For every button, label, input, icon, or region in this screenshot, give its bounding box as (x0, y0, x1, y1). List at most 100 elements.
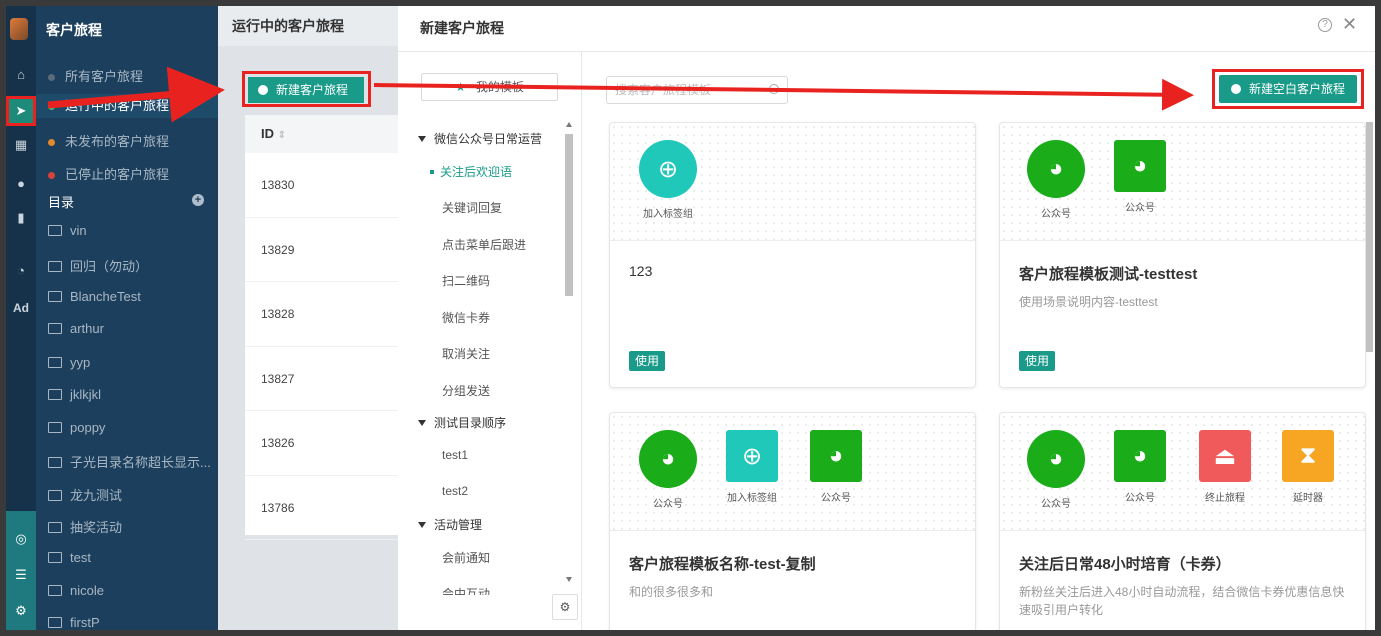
journey-table: ID ⇕ 13830 13829 13828 13827 13826 13786 (245, 115, 404, 540)
tree-scrollbar[interactable] (565, 122, 573, 622)
help-icon[interactable]: ? (1318, 18, 1332, 32)
node-label: 公众号 (821, 493, 851, 504)
ad-icon[interactable]: Ad (6, 296, 36, 320)
folder-label: poppy (70, 420, 106, 435)
tree-item[interactable]: test1 (442, 448, 468, 462)
folder-label: jklkjkl (70, 387, 102, 402)
node-label: 公众号 (1125, 493, 1155, 504)
node-label: 加入标签组 (727, 493, 777, 504)
status-dot (48, 139, 55, 147)
table-row[interactable]: 13827 (245, 347, 404, 411)
wechat-icon: ◕ (1114, 430, 1166, 482)
table-row[interactable]: 13786 (245, 476, 404, 540)
tree-item[interactable]: 微信卡券 (442, 309, 490, 326)
tree-item[interactable]: 分组发送 (442, 382, 490, 399)
status-all[interactable]: 所有客户旅程 (48, 66, 143, 85)
folder-item[interactable]: 龙九测试 (48, 485, 122, 504)
home-icon[interactable]: ⌂ (6, 63, 36, 87)
table-icon[interactable]: ▦ (6, 133, 36, 157)
tree-item[interactable]: 点击菜单后跟进 (442, 236, 526, 253)
use-button[interactable]: 使用 (629, 351, 666, 371)
main-content: 运行中的客户旅程 新建客户旅程 ID ⇕ 13830 13829 13828 1… (218, 6, 404, 630)
folder-item[interactable]: vin (48, 223, 87, 238)
folder-item[interactable]: 回归（勿动） (48, 256, 148, 275)
folder-icon (48, 490, 62, 501)
status-stopped[interactable]: 已停止的客户旅程 (48, 164, 169, 183)
card-flow-preview: ◕ 公众号 ◕ 公众号 ⏏ 终止旅程 ⧗ 延时器 (1000, 413, 1365, 531)
status-label: 已停止的客户旅程 (65, 167, 170, 182)
node-label: 公众号 (1125, 203, 1155, 214)
folder-item[interactable]: arthur (48, 321, 104, 336)
template-card[interactable]: ◕ 公众号 ⊕ 加入标签组 ◕ 公众号 客户旅程模板名称-test-复制 和的很… (609, 412, 976, 630)
flow-node: ◕ 公众号 (638, 430, 698, 510)
scroll-thumb[interactable] (565, 134, 573, 296)
template-scrollbar[interactable] (1366, 122, 1373, 352)
card-flow-preview: ◕ 公众号 ◕ 公众号 (1000, 123, 1365, 241)
scroll-up-icon[interactable] (566, 122, 572, 127)
wechat-icon: ◕ (1114, 140, 1166, 192)
user-icon[interactable]: ● (6, 172, 36, 196)
folder-icon (48, 225, 62, 236)
template-search-input[interactable]: 搜索客户旅程模板 (606, 76, 788, 104)
folder-item[interactable]: BlancheTest (48, 289, 141, 304)
folder-item[interactable]: 抽奖活动 (48, 517, 122, 536)
table-row[interactable]: 13826 (245, 411, 404, 476)
bar-chart-icon[interactable]: ▮ (6, 206, 36, 230)
table-row[interactable]: 13828 (245, 282, 404, 347)
card-description: 使用场景说明内容-testtest (1019, 295, 1158, 309)
folder-item[interactable]: yyp (48, 355, 90, 370)
template-card[interactable]: ◕ 公众号 ◕ 公众号 客户旅程模板测试-testtest 使用场景说明内容-t… (999, 122, 1366, 388)
folder-item[interactable]: nicole (48, 583, 104, 598)
folder-item[interactable]: firstP (48, 615, 100, 630)
use-button[interactable]: 使用 (1019, 351, 1056, 371)
folder-label: test (70, 550, 91, 565)
tree-item-selected[interactable]: 关注后欢迎语 (430, 163, 512, 180)
wechat-icon: ◕ (810, 430, 862, 482)
tree-item[interactable]: 关键词回复 (442, 199, 502, 216)
tree-item[interactable]: 取消关注 (442, 345, 490, 362)
folder-label: 子光目录名称超长显示... (70, 455, 211, 470)
folder-label: 回归（勿动） (70, 259, 149, 274)
close-icon[interactable]: ✕ (1342, 14, 1357, 35)
list-icon[interactable]: ☰ (6, 563, 36, 587)
sort-icon[interactable]: ⇕ (278, 130, 286, 141)
folder-item[interactable]: poppy (48, 420, 105, 435)
status-unpublished[interactable]: 未发布的客户旅程 (48, 131, 169, 150)
card-description: 新粉丝关注后进入48小时自动流程，结合微信卡券优惠信息快速吸引用户转化 (1019, 585, 1345, 617)
add-folder-icon[interactable]: + (192, 194, 204, 206)
search-icon[interactable] (769, 84, 779, 94)
table-row[interactable]: 13830 (245, 153, 404, 218)
journey-icon[interactable]: ➤ (6, 96, 36, 126)
folder-icon (48, 261, 62, 272)
tree-group[interactable]: 活动管理 (418, 516, 482, 533)
status-running[interactable]: 运行中的客户旅程 (36, 94, 218, 118)
status-dot (48, 74, 55, 82)
table-row[interactable]: 13829 (245, 218, 404, 282)
node-label: 公众号 (1041, 209, 1071, 220)
app-logo (10, 18, 28, 40)
gear-icon: ⚙ (559, 600, 571, 614)
tree-group[interactable]: 测试目录顺序 (418, 414, 506, 431)
tree-item[interactable]: 扫二维码 (442, 272, 490, 289)
table-header-id[interactable]: ID ⇕ (245, 115, 404, 153)
wechat-icon[interactable]: ◔ (6, 259, 36, 283)
my-templates-label: 我的模板 (475, 80, 524, 94)
flow-node: ◕ 公众号 (1110, 430, 1170, 504)
tree-settings-button[interactable]: ⚙ (552, 594, 578, 620)
tree-item[interactable]: 会前通知 (442, 549, 490, 566)
settings-icon[interactable]: ⚙ (6, 599, 36, 623)
flow-node: ◕ 公众号 (1026, 140, 1086, 220)
template-card[interactable]: ◕ 公众号 ◕ 公众号 ⏏ 终止旅程 ⧗ 延时器 关注后日常48小时培育（卡券）… (999, 412, 1366, 630)
template-card[interactable]: ⊕ 加入标签组 123 使用 (609, 122, 976, 388)
tree-item[interactable]: 会中互动 (442, 585, 490, 595)
folder-item[interactable]: 子光目录名称超长显示... (48, 452, 211, 471)
my-templates-button[interactable]: ★ 我的模板 (421, 73, 558, 101)
directory-label: 目录 (48, 195, 75, 210)
scroll-down-icon[interactable] (566, 577, 572, 582)
folder-item[interactable]: test (48, 550, 91, 565)
tree-item[interactable]: test2 (442, 484, 468, 498)
status-dot (48, 103, 55, 111)
target-icon[interactable]: ◎ (6, 527, 36, 551)
folder-item[interactable]: jklkjkl (48, 387, 101, 402)
tree-group[interactable]: 微信公众号日常运营 (418, 130, 542, 147)
